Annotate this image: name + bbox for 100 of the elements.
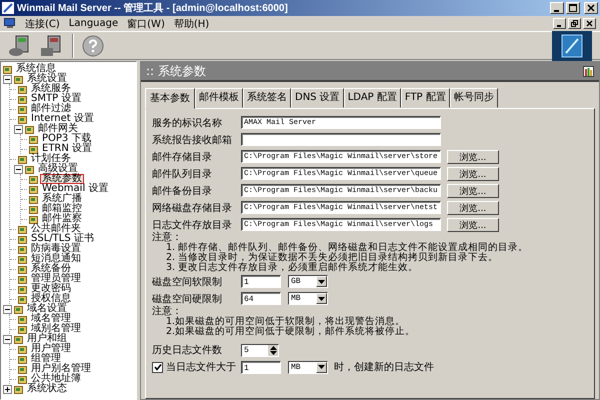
number-field[interactable]: 1 [241,360,281,374]
close-button[interactable] [583,18,596,29]
menu-item[interactable]: 窗口(W) [127,16,165,30]
unit-dropdown[interactable]: MB [288,292,328,306]
tree-item[interactable]: POP3 下载 [40,134,94,144]
computer-icon [4,18,16,29]
close-button[interactable] [584,2,598,14]
menu-item[interactable]: 连接(C) [25,16,60,30]
browse-button[interactable]: 浏览... [447,218,499,232]
tree-item[interactable]: 系统参数 [40,174,84,184]
tree-item[interactable]: 用户管理 [29,344,73,354]
menu-item[interactable]: Language [68,18,118,29]
restore-icon [571,20,578,27]
tab[interactable]: 基本参数 [145,88,195,109]
tree-item[interactable]: SSL/TLS 证书 [29,234,96,244]
tree-item[interactable]: 授权信息 [29,294,73,304]
tree-item[interactable]: SMTP 设置 [29,94,84,104]
checkbox[interactable] [152,362,163,373]
number-field[interactable]: 64 [241,292,281,306]
tab[interactable]: 系统签名 [243,88,291,108]
browse-button[interactable]: 浏览... [447,200,499,214]
collapse-icon[interactable] [3,334,12,344]
maximize-icon [569,4,577,12]
restore-button[interactable] [568,18,581,29]
tree-item[interactable]: 管理员管理 [29,274,83,284]
minimize-button[interactable] [553,18,566,29]
tree-item[interactable]: 高级设置 [36,164,80,174]
panel-title: :: 系统参数 [146,62,206,80]
note-text: 1. 邮件存储、邮件队列、邮件备份、网络磁盘和日志文件不能设置成相同的目录。 [166,243,530,253]
browse-button[interactable]: 浏览... [447,150,499,164]
tree-item[interactable]: 防病毒设置 [29,244,83,254]
tree-item[interactable]: 更改密码 [29,284,73,294]
note-heading: 注意： [152,233,182,243]
tab[interactable]: 邮件模板 [195,88,243,108]
field-label: 邮件存储目录 [152,150,213,164]
browse-button[interactable]: 浏览... [447,184,499,198]
up-arrow-icon[interactable] [270,346,276,350]
tree-item[interactable]: 用户和组 [25,334,69,344]
tree-item[interactable]: 用户别名管理 [29,364,93,374]
collapse-icon[interactable] [3,74,12,84]
down-arrow-icon[interactable] [270,351,276,356]
dropdown-arrow-icon [318,365,325,370]
tree-item[interactable]: 公共邮件夹 [29,224,83,234]
browse-button[interactable]: 浏览... [447,166,499,180]
tree-item[interactable]: Webmail 设置 [40,184,110,194]
text-field[interactable] [241,133,441,146]
logo-icon [552,30,592,60]
close-icon [587,4,595,12]
expand-icon[interactable] [3,384,12,394]
tree-item[interactable]: 域名管理 [29,314,73,324]
tab[interactable]: DNS 设置 [291,88,344,108]
tree-item[interactable]: 组管理 [29,354,63,364]
tree-item[interactable]: 计划任务 [29,154,73,164]
tree-item[interactable]: 域名设置 [25,304,69,314]
tree-item[interactable]: 系统状态 [25,384,69,394]
collapse-icon[interactable] [14,124,23,134]
tree-item[interactable]: 系统服务 [29,84,73,94]
tree-item[interactable]: 邮箱监控 [40,204,84,214]
tab[interactable]: FTP 配置 [400,88,450,108]
tree-item[interactable]: 邮件网关 [36,124,80,134]
field-label: 日志文件存放目录 [152,218,233,232]
tree-item[interactable]: 系统信息 [14,64,58,74]
tree-item[interactable]: 系统备份 [29,264,73,274]
tree-item[interactable]: 系统广播 [40,194,84,204]
app-icon [2,2,14,14]
note-heading: 注意： [152,307,182,318]
note-text: 2.如果磁盘的可用空间低于硬限制，邮件系统将被停止。 [166,327,416,337]
unit-dropdown[interactable]: MB [288,360,328,374]
field-label: 历史日志文件数 [152,344,223,358]
spin-field[interactable]: 5 [241,344,279,357]
window-title: Winmail Mail Server -- 管理工具 - [admin@localhost:6000] [17,2,289,15]
unit-dropdown[interactable]: GB [288,275,328,288]
close-icon [586,20,593,27]
tree-item[interactable]: 邮件过滤 [29,104,73,114]
dropdown-arrow-icon [318,296,325,301]
note-text: 2. 当修改目录时，为保证数据不丢失必须把旧目录结构拷贝到新目录下去。 [166,252,500,263]
dropdown-arrow-icon [318,280,325,284]
field-suffix: 时，创建新的日志文件 [334,360,434,374]
menu-item[interactable]: 帮助(H) [174,16,210,30]
help-icon[interactable] [82,34,104,56]
tree-item[interactable]: 公共地址簿 [29,374,83,384]
minimize-button[interactable] [550,2,564,14]
collapse-icon[interactable] [14,164,23,174]
field-label: 磁盘空间硬限制 [152,292,223,306]
tree-item[interactable]: 邮件监察 [40,214,84,224]
checkbox-label: 当日志文件大于 [166,360,236,374]
tree-item[interactable]: 域别名管理 [29,324,83,334]
maximize-button[interactable] [566,2,580,14]
number-field[interactable]: 1 [241,275,281,288]
note-text: 3. 更改日志文件存放目录，必须重启邮件系统才能生效。 [166,262,420,272]
tree-item[interactable]: Internet 设置 [29,114,96,124]
field-label: 磁盘空间软限制 [152,276,223,289]
tab[interactable]: 帐号同步 [450,88,498,108]
tree-item[interactable]: 系统设置 [25,74,69,84]
tree-item[interactable]: 短消息通知 [29,254,83,264]
tree-item[interactable]: ETRN 设置 [40,144,94,154]
note-text: 1.如果磁盘的可用空间低于软限制，将出现警告消息。 [166,317,406,328]
field-label: 邮件备份目录 [152,184,213,198]
tab[interactable]: LDAP 配置 [344,88,401,108]
collapse-icon[interactable] [3,304,12,314]
